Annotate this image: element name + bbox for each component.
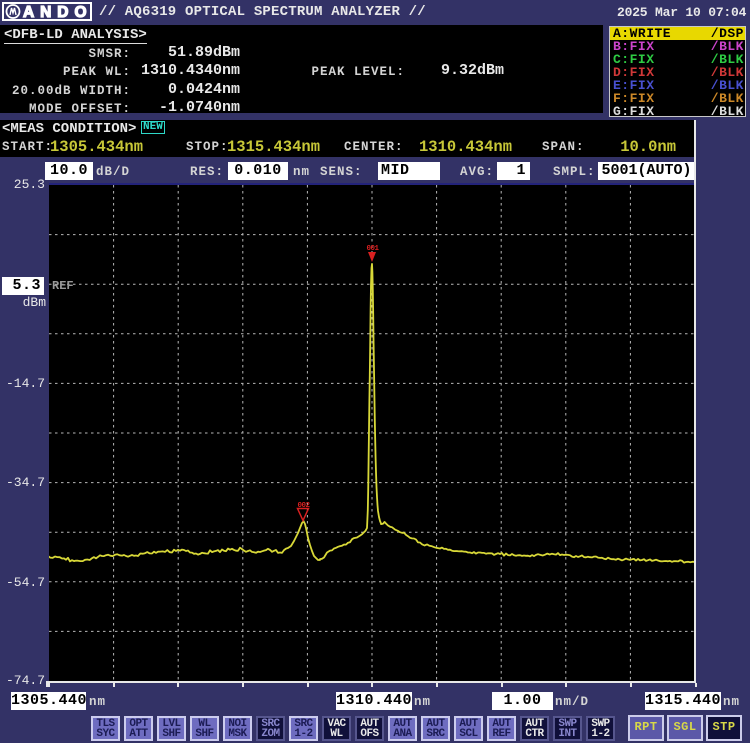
svg-text:002: 002	[298, 502, 311, 510]
svg-text:001: 001	[367, 245, 380, 253]
svg-text:REF: REF	[52, 279, 74, 293]
svg-text:ANDO: ANDO	[23, 4, 87, 21]
